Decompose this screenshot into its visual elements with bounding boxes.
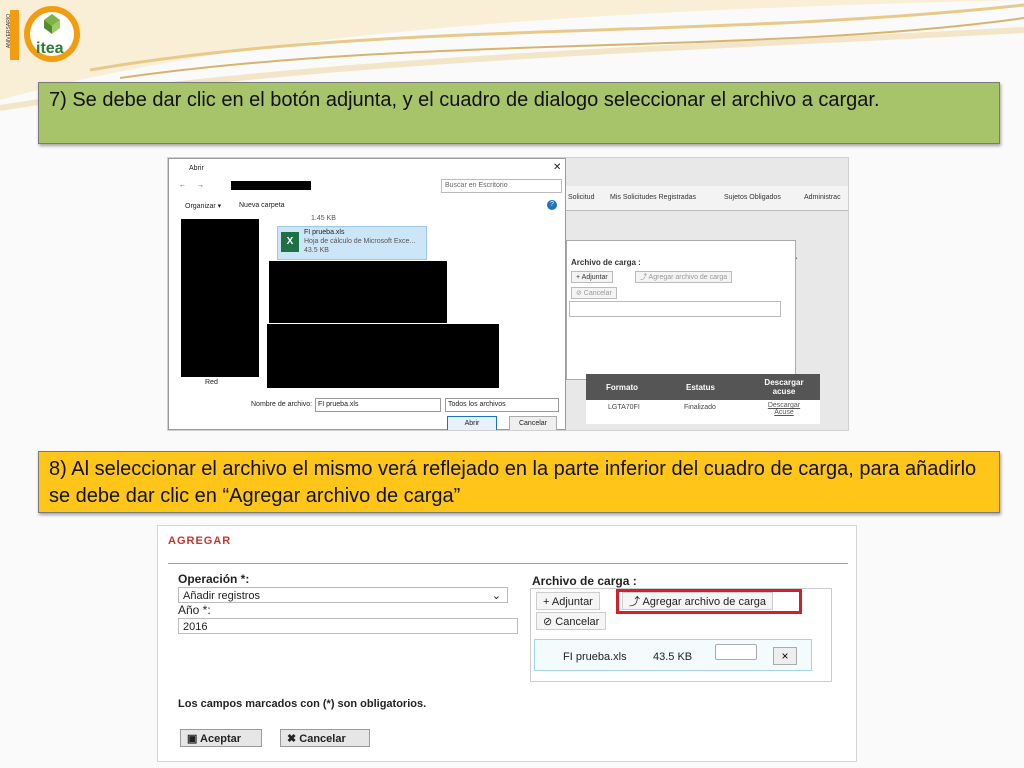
cell-descargar-link[interactable]: Descargar Acuse xyxy=(762,402,806,416)
tab-administracion[interactable]: Administrac xyxy=(804,194,841,201)
close-icon: ✖ xyxy=(287,733,300,745)
step-7-instruction: 7) Se debe dar clic en el botón adjunta,… xyxy=(38,82,1000,144)
operacion-label: Operación *: xyxy=(178,572,250,586)
file-input-box[interactable] xyxy=(715,644,757,660)
cancel-button[interactable]: Cancelar xyxy=(509,416,557,430)
open-file-dialog: Abrir ✕ ← → Buscar en Escritorio Organiz… xyxy=(168,158,566,430)
file-size: 43.5 KB xyxy=(304,247,329,254)
search-input[interactable]: Buscar en Escritorio xyxy=(441,179,562,193)
screenshot-agregar-form: AGREGAR Operación *: Añadir registros ⌄ … xyxy=(157,525,857,762)
adjuntar-button[interactable]: + Adjuntar xyxy=(571,271,613,283)
selected-file[interactable]: X FI prueba.xls Hoja de cálculo de Micro… xyxy=(277,226,427,260)
save-icon: ▣ xyxy=(187,733,201,745)
logo-text: itea xyxy=(36,40,64,57)
forward-icon[interactable]: → xyxy=(197,182,204,189)
anio-input[interactable]: 2016 xyxy=(178,618,518,634)
cancelar-form-button[interactable]: ✖ Cancelar xyxy=(280,729,370,747)
filename-label: Nombre de archivo: xyxy=(251,401,313,408)
chevron-down-icon: ⌄ xyxy=(491,590,501,602)
step-8-instruction: 8) Al seleccionar el archivo el mismo ve… xyxy=(38,451,1000,513)
redacted-block-2 xyxy=(267,324,499,388)
header-divider xyxy=(168,563,848,564)
redacted-block-1 xyxy=(269,261,447,323)
highlight-box xyxy=(616,589,802,614)
first-file-size: 1.45 KB xyxy=(311,215,336,222)
web-nav: Solicitud Mis Solicitudes Registradas Su… xyxy=(566,186,848,211)
excel-icon: X xyxy=(281,232,299,252)
tab-sujetos[interactable]: Sujetos Obligados xyxy=(724,194,781,201)
adjuntar-button[interactable]: + Adjuntar xyxy=(536,592,600,610)
sidebar-redacted xyxy=(181,219,259,377)
carga-label: Archivo de carga : xyxy=(571,258,641,267)
cell-estatus: Finalizado xyxy=(684,404,716,411)
close-icon[interactable]: ✕ xyxy=(553,162,561,173)
back-icon[interactable]: ← xyxy=(179,182,186,189)
tab-solicitud[interactable]: Solicitud xyxy=(568,194,594,201)
file-name: FI prueba.xls xyxy=(304,229,345,236)
agregar-button[interactable]: ⤴ Agregar archivo de carga xyxy=(635,271,733,283)
file-row: FI prueba.xls 43.5 KB × xyxy=(534,639,812,671)
col-estatus: Estatus xyxy=(686,383,715,392)
anio-label: Año *: xyxy=(178,603,211,617)
carga-label: Archivo de carga : xyxy=(532,574,637,588)
col-formato: Formato xyxy=(606,383,638,392)
open-button[interactable]: Abrir xyxy=(447,416,497,430)
logo-side-text: ANIVERSARIO xyxy=(6,13,13,49)
upload-list xyxy=(569,301,781,317)
dialog-title: Abrir xyxy=(189,165,204,172)
screenshot-open-dialog: Solicitud Mis Solicitudes Registradas Su… xyxy=(167,157,849,431)
organize-button[interactable]: Organizar ▾ xyxy=(185,202,221,210)
results-row: LGTA70FI Finalizado Descargar Acuse xyxy=(586,400,820,424)
filename-input[interactable]: FI prueba.xls xyxy=(315,398,441,412)
agregar-header: AGREGAR xyxy=(168,535,232,547)
aceptar-button[interactable]: ▣ Aceptar xyxy=(180,729,262,747)
uploaded-file-size: 43.5 KB xyxy=(653,651,693,663)
cell-formato: LGTA70FI xyxy=(608,404,640,411)
cancelar-button[interactable]: ⊘ Cancelar xyxy=(536,612,607,630)
help-icon[interactable]: ? xyxy=(547,200,557,210)
cancelar-button[interactable]: ⊘ Cancelar xyxy=(571,287,617,299)
required-note: Los campos marcados con (*) son obligato… xyxy=(178,698,427,710)
itea-logo: itea ANIVERSARIO xyxy=(6,4,82,66)
uploaded-file-name: FI prueba.xls xyxy=(563,651,627,663)
tab-mis-solicitudes[interactable]: Mis Solicitudes Registradas xyxy=(610,194,696,201)
path-redacted xyxy=(231,181,311,190)
col-descargar: Descargar acuse xyxy=(764,378,804,396)
remove-file-button[interactable]: × xyxy=(773,647,797,665)
file-type: Hoja de cálculo de Microsoft Exce... xyxy=(304,238,416,245)
operacion-value: Añadir registros xyxy=(183,590,261,602)
new-folder-button[interactable]: Nueva carpeta xyxy=(239,202,285,209)
red-label[interactable]: Red xyxy=(205,379,218,386)
filter-select[interactable]: Todos los archivos xyxy=(445,398,559,412)
carga-panel: Archivo de carga : + Adjuntar ⤴ Agregar … xyxy=(566,240,796,380)
operacion-select[interactable]: Añadir registros ⌄ xyxy=(178,587,508,603)
results-table-header: Formato Estatus Descargar acuse xyxy=(586,374,820,400)
